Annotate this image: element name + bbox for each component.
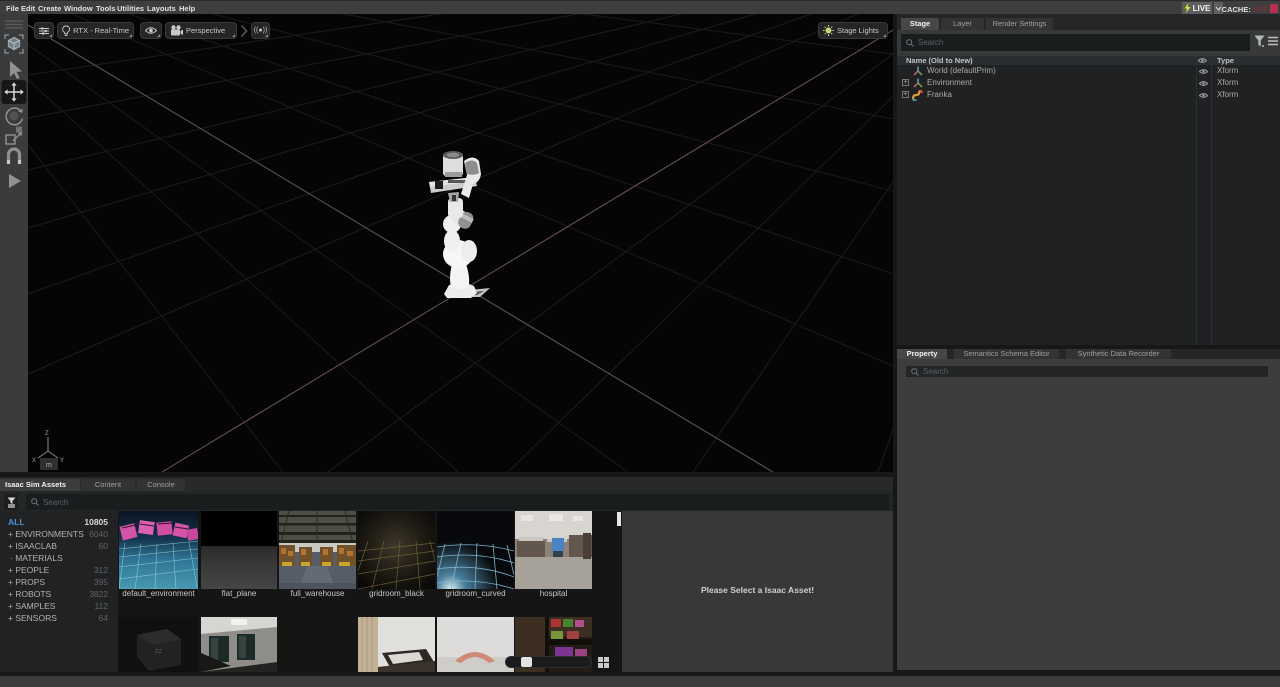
svg-text:Z: Z bbox=[45, 431, 49, 437]
svg-text:m: m bbox=[46, 462, 52, 469]
svg-text:zz: zz bbox=[155, 648, 163, 655]
svg-text:X: X bbox=[32, 458, 36, 464]
svg-text:Y: Y bbox=[60, 458, 64, 464]
